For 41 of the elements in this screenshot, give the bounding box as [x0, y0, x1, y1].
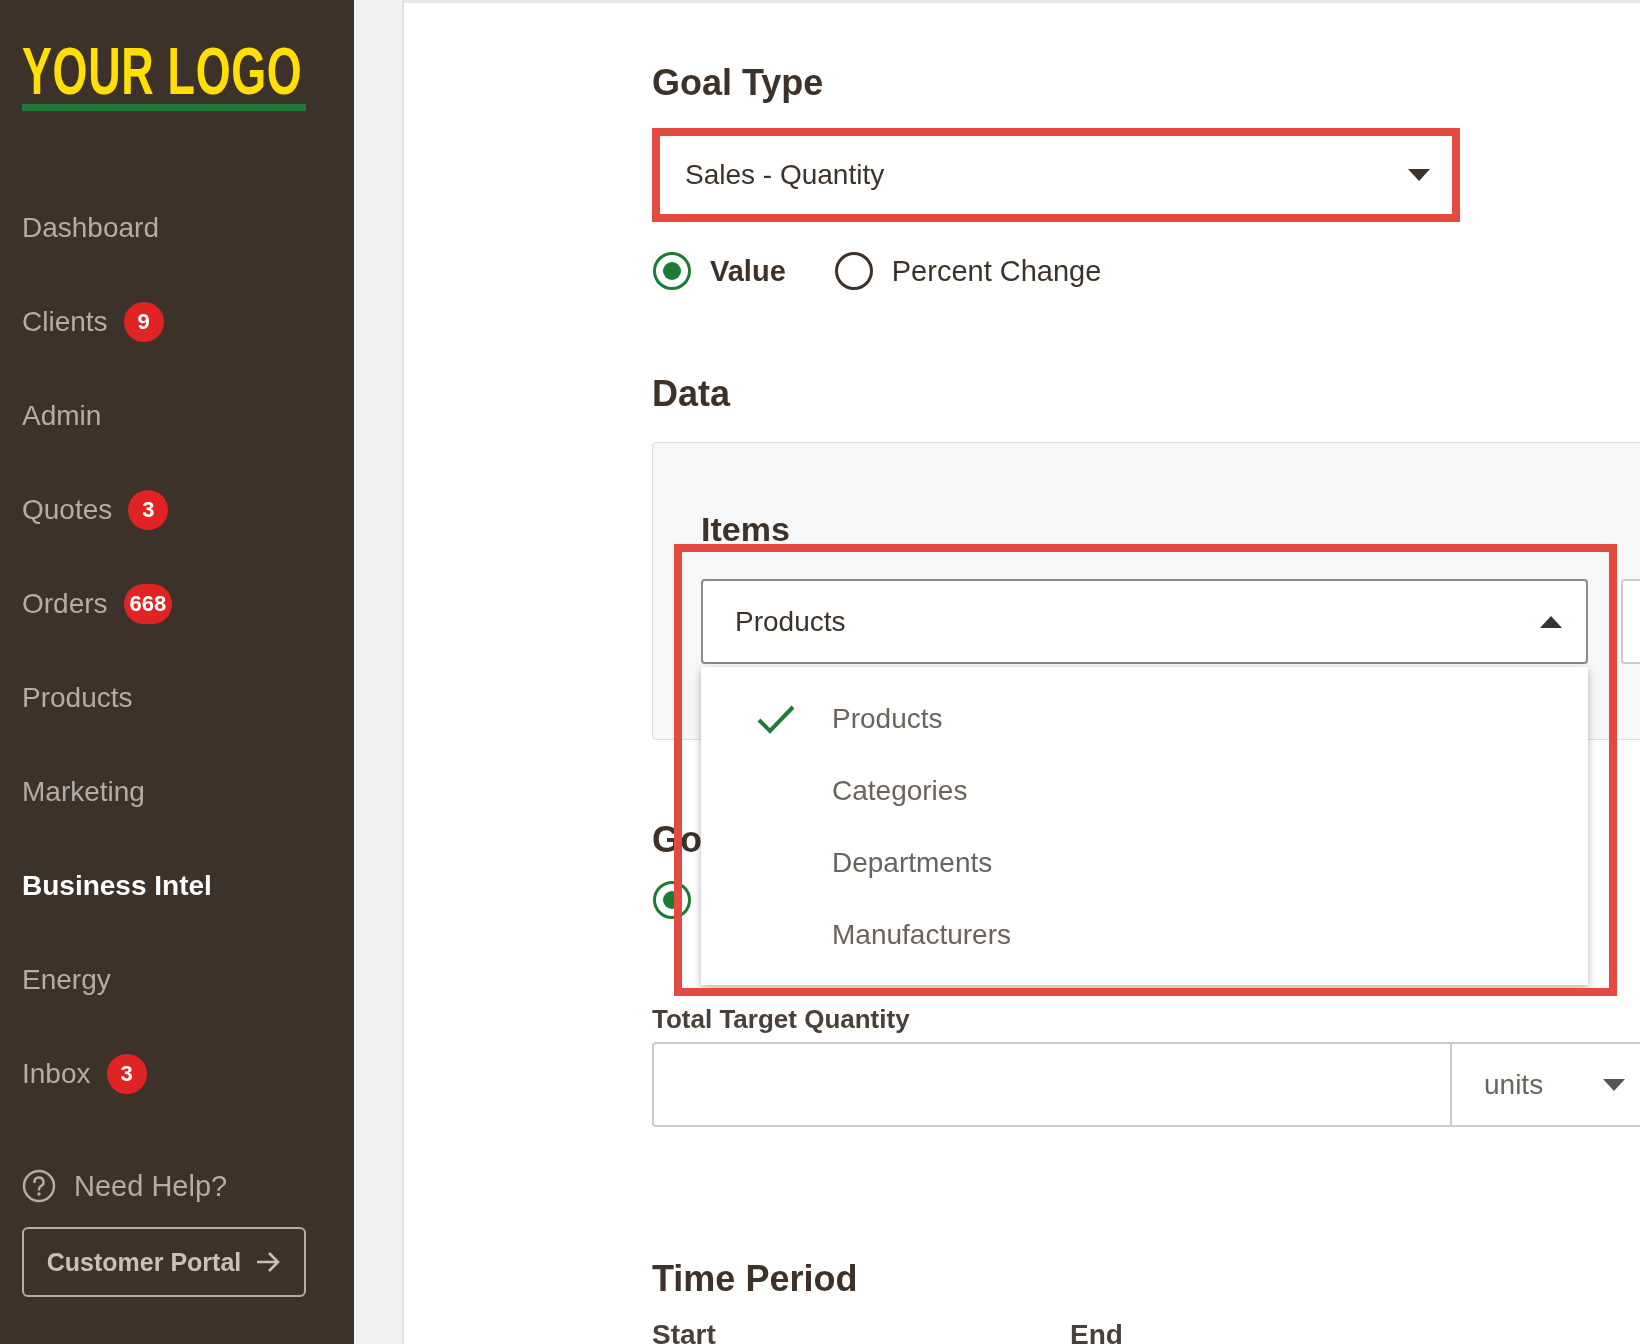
arrow-right-icon	[255, 1251, 282, 1273]
count-badge: 3	[106, 1054, 147, 1094]
field-label: Total Target Quantity	[652, 1004, 910, 1034]
caret-icon	[1408, 169, 1430, 181]
dropdown-option[interactable]: Departments	[832, 847, 993, 879]
sidebar-item[interactable]: Marketing	[22, 776, 145, 808]
sidebar-item[interactable]: Quotes	[22, 494, 113, 526]
sidebar-item[interactable]: Admin	[22, 400, 102, 432]
field-label: End	[1070, 1319, 1123, 1344]
goal-type-select[interactable]: Sales - Quantity	[652, 128, 1460, 222]
items-select[interactable]: Products	[701, 579, 1588, 664]
sidebar-item[interactable]: Business Intel	[22, 870, 212, 902]
caret-icon	[1603, 1078, 1626, 1091]
quantity-input-field[interactable]	[652, 1042, 1452, 1127]
radio-button-selected[interactable]	[652, 251, 692, 291]
caret-icon	[1540, 615, 1562, 628]
section-heading: Data	[652, 372, 732, 416]
logo-text: YOUR LOGO	[22, 40, 303, 102]
sidebar-item[interactable]: Products	[22, 682, 133, 714]
count-badge: 9	[123, 302, 164, 342]
items-heading: Items	[701, 509, 791, 549]
section-heading: Time Period	[652, 1257, 859, 1301]
field-label: Start	[652, 1319, 717, 1344]
customer-portal-button[interactable]: Customer Portal	[22, 1227, 306, 1297]
sidebar-item[interactable]: Inbox	[22, 1058, 91, 1090]
unit-select[interactable]: units	[1452, 1042, 1640, 1127]
count-badge: 668	[123, 584, 173, 624]
sidebar-item[interactable]: Orders	[22, 588, 108, 620]
radio-label[interactable]: Value	[710, 254, 786, 288]
count-badge: 3	[128, 490, 169, 530]
radio-button[interactable]	[833, 251, 874, 291]
section-heading: Goal Type	[652, 61, 825, 105]
radio-label[interactable]: Percent Change	[891, 254, 1102, 288]
help-icon[interactable]	[22, 1169, 56, 1203]
dropdown-option[interactable]: Manufacturers	[832, 919, 1011, 951]
dropdown-option[interactable]: Products	[832, 703, 943, 735]
sidebar-item[interactable]: Energy	[22, 964, 111, 996]
sidebar-item[interactable]: Clients	[22, 306, 108, 338]
help-link[interactable]: Need Help?	[74, 1169, 228, 1203]
dropdown-option[interactable]: Categories	[832, 775, 968, 807]
sidebar-item[interactable]: Dashboard	[22, 212, 159, 244]
